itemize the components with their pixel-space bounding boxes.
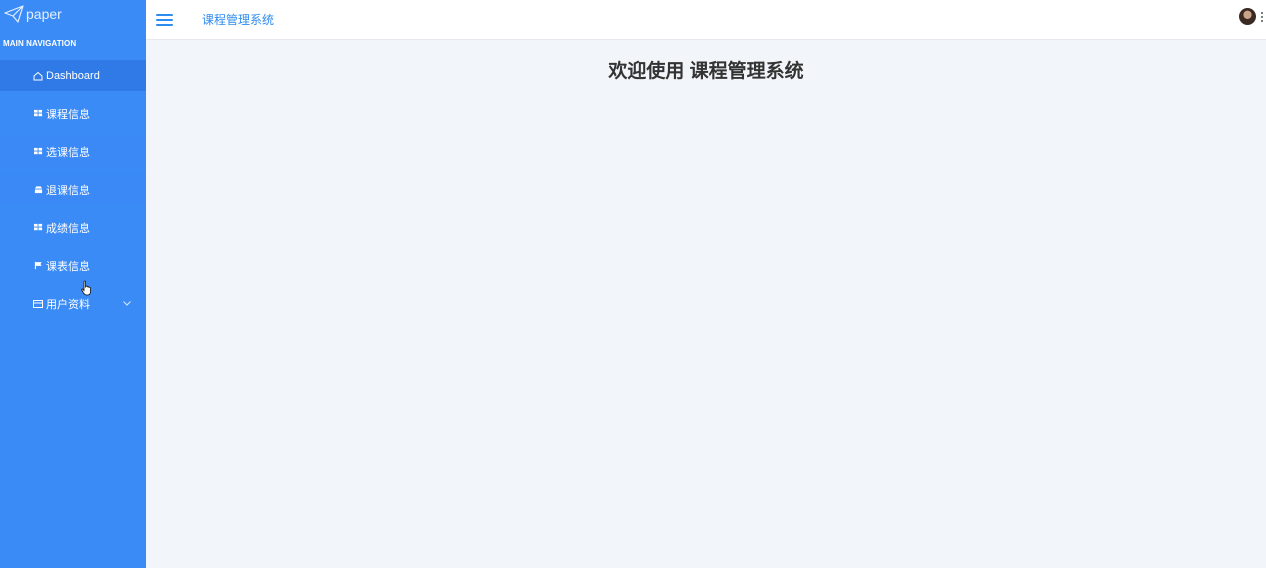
sidebar-item-course-drop[interactable]: 退课信息: [0, 174, 146, 205]
sidebar-item-label: 课程信息: [46, 108, 90, 121]
shop-icon: [33, 185, 43, 195]
home-icon: [33, 71, 43, 81]
user-area: [1239, 8, 1263, 25]
sidebar-item-course-info[interactable]: 课程信息: [0, 98, 146, 129]
sidebar-item-label: Dashboard: [46, 69, 100, 82]
more-options-icon[interactable]: [1261, 11, 1263, 22]
section-title: MAIN NAVIGATION: [3, 39, 77, 48]
sidebar-item-label: 成绩信息: [46, 222, 90, 235]
chevron-down-icon[interactable]: [122, 298, 132, 308]
flag-icon: [33, 261, 43, 271]
sidebar-item-course-selection[interactable]: 选课信息: [0, 136, 146, 167]
grid-icon: [33, 223, 43, 233]
sidebar: paper MAIN NAVIGATION Dashboard 课程信息 选课信…: [0, 0, 169, 568]
sidebar-item-dashboard[interactable]: Dashboard: [0, 60, 169, 91]
card-icon: [33, 299, 43, 309]
sidebar-item-label: 选课信息: [46, 146, 90, 159]
page-title: 欢迎使用 课程管理系统: [608, 61, 804, 82]
nav-menu: Dashboard 课程信息 选课信息 退课信息 成绩信息 课表信息 用户资料: [0, 60, 169, 319]
app-title: 课程管理系统: [202, 13, 275, 27]
sidebar-item-label: 用户资料: [46, 298, 90, 311]
avatar[interactable]: [1239, 8, 1256, 25]
sidebar-item-label: 退课信息: [46, 184, 90, 197]
grid-icon: [33, 147, 43, 157]
sidebar-item-grades[interactable]: 成绩信息: [0, 212, 146, 243]
sidebar-item-label: 课表信息: [46, 260, 90, 273]
sidebar-item-timetable[interactable]: 课表信息: [0, 250, 146, 281]
top-bar: 课程管理系统: [146, 0, 1266, 40]
logo-text: paper: [26, 6, 62, 22]
paper-plane-icon: [4, 5, 24, 23]
main-content: 欢迎使用 课程管理系统: [146, 41, 1266, 568]
logo[interactable]: paper: [0, 0, 146, 28]
grid-icon: [33, 109, 43, 119]
menu-toggle-icon[interactable]: [156, 13, 173, 26]
sidebar-item-user-profile[interactable]: 用户资料: [0, 288, 146, 319]
mouse-cursor-icon: [81, 280, 91, 296]
